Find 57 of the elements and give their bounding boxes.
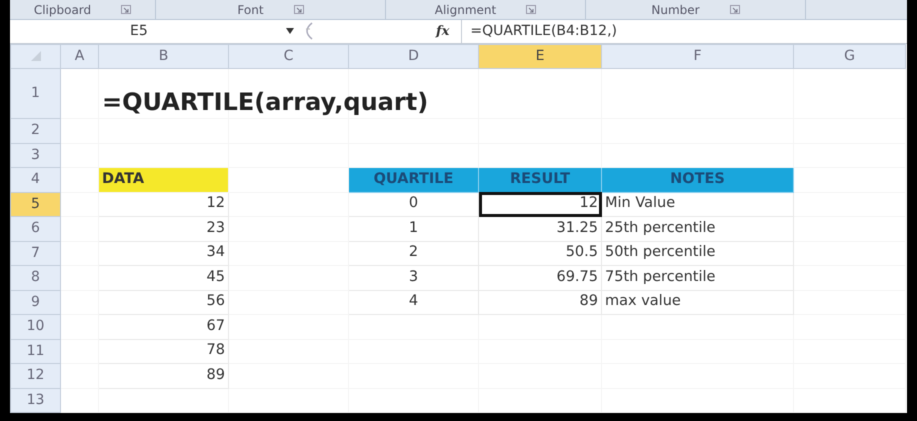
row-header[interactable]: 3	[10, 143, 60, 168]
row-header[interactable]: 2	[10, 118, 60, 143]
column-header[interactable]: B	[98, 44, 228, 68]
table-cell[interactable]: 25th percentile	[602, 216, 794, 241]
name-box[interactable]: E5	[10, 20, 242, 42]
dialog-launcher-icon[interactable]	[730, 5, 740, 14]
table-cell[interactable]: 75th percentile	[602, 266, 794, 290]
table-cell[interactable]: 34	[98, 241, 228, 266]
ribbon-group-label: Number	[651, 2, 700, 19]
column-header[interactable]: F	[602, 44, 794, 68]
column-header[interactable]: A	[60, 44, 98, 68]
table-cell[interactable]: 50.5	[478, 241, 602, 266]
table-cell[interactable]: 31.25	[478, 216, 602, 241]
table-cell[interactable]: 69.75	[478, 266, 602, 290]
row-header[interactable]: 11	[10, 339, 60, 364]
dropdown-icon[interactable]	[286, 28, 294, 34]
table-cell[interactable]: 1	[348, 216, 478, 241]
row-header[interactable]: 6	[10, 216, 60, 241]
table-cell[interactable]: 4	[348, 290, 478, 314]
row-header[interactable]: 10	[10, 314, 60, 339]
column-header[interactable]: G	[794, 44, 906, 68]
column-header[interactable]: C	[228, 44, 348, 68]
table-cell[interactable]: 67	[98, 314, 228, 339]
ribbon-group-label: Font	[237, 2, 264, 19]
dialog-launcher-icon[interactable]	[294, 5, 304, 14]
row-header[interactable]: 13	[10, 388, 60, 412]
table-cell[interactable]: 23	[98, 216, 228, 241]
row-header[interactable]: 9	[10, 290, 60, 314]
ribbon-group-label: Alignment	[434, 2, 496, 19]
table-cell[interactable]: 2	[348, 241, 478, 266]
column-header[interactable]: E	[478, 44, 602, 68]
formula-field[interactable]: =QUARTILE(B4:B12,)	[461, 20, 907, 42]
row-header[interactable]: 4	[10, 168, 60, 192]
table-cell[interactable]: 12	[478, 192, 602, 216]
row-header[interactable]: 5	[10, 192, 60, 216]
table-cell[interactable]: max value	[602, 290, 794, 314]
table-cell[interactable]: 12	[98, 192, 228, 216]
table-cell[interactable]: 50th percentile	[602, 241, 794, 266]
dialog-launcher-icon[interactable]	[121, 5, 132, 14]
insert-function-button[interactable]: fx	[436, 22, 450, 42]
row-header[interactable]: 7	[10, 241, 60, 266]
table-cell[interactable]: 3	[348, 266, 478, 290]
row-header[interactable]: 12	[10, 364, 60, 388]
sheet-title: =QUARTILE(array,quart)	[102, 88, 428, 116]
dialog-launcher-icon[interactable]	[526, 5, 536, 14]
table-cell[interactable]: 89	[98, 364, 228, 388]
ribbon-group-label: Clipboard	[34, 2, 92, 19]
table-cell[interactable]: 78	[98, 339, 228, 364]
table-cell[interactable]: Min Value	[602, 192, 794, 216]
table-cell[interactable]: 89	[478, 290, 602, 314]
column-header[interactable]: D	[348, 44, 478, 68]
table-cell[interactable]: 45	[98, 266, 228, 290]
row-header[interactable]: 8	[10, 266, 60, 290]
row-header[interactable]: 1	[10, 68, 60, 118]
table-cell[interactable]: 0	[348, 192, 478, 216]
table-cell[interactable]: 56	[98, 290, 228, 314]
header-cell[interactable]: DATA	[98, 168, 228, 192]
